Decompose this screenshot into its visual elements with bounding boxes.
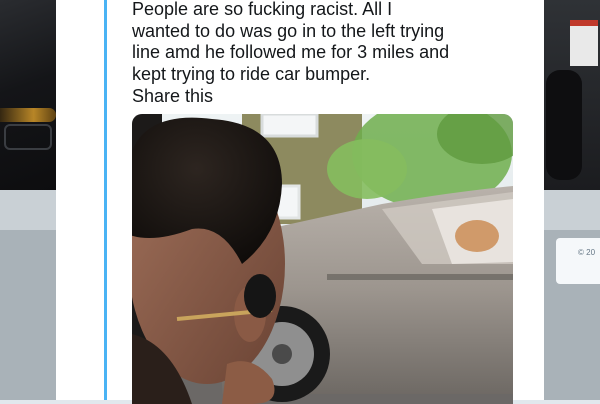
tweet-video-thumbnail[interactable] — [132, 114, 513, 404]
background-strip-right — [544, 190, 600, 230]
footer-copyright: © 20 — [578, 248, 596, 257]
tweet-text-line: line amd he followed me for 3 miles and — [132, 42, 450, 62]
background-photo-left — [0, 0, 56, 190]
street-sign — [570, 20, 598, 66]
background-overlay-left — [0, 230, 56, 400]
background-photo-right — [544, 0, 600, 190]
footer-card: © 20 — [556, 238, 600, 284]
video-frame-image — [132, 114, 513, 404]
car-tire — [546, 70, 582, 180]
share-this-link[interactable]: Share this — [132, 86, 213, 108]
background-strip-left — [0, 190, 56, 230]
tweet-text-line: wanted to do was go in to the left tryin… — [132, 20, 445, 41]
car-headlight — [0, 108, 56, 122]
tweet-text: People are so fucking racist. All I want… — [132, 0, 512, 85]
tweet-modal: People are so fucking racist. All I want… — [56, 0, 544, 404]
conversation-thread-line — [104, 0, 107, 400]
car-grille — [4, 124, 52, 150]
tweet-text-line: kept trying to ride car bumper. — [132, 63, 371, 84]
tweet-text-line: People are so fucking racist. All I — [132, 0, 393, 19]
